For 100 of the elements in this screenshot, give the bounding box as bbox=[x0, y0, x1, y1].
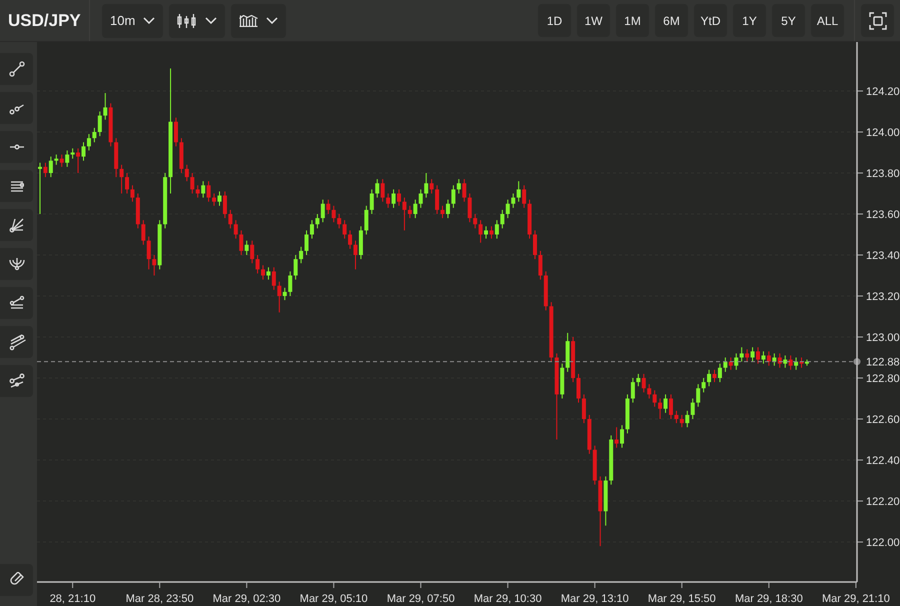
candlestick bbox=[718, 363, 722, 383]
candlestick bbox=[783, 354, 788, 368]
range-button[interactable]: 1D bbox=[538, 4, 571, 37]
drawing-tool-button[interactable] bbox=[0, 365, 33, 397]
candlestick bbox=[370, 188, 374, 215]
candlestick bbox=[538, 250, 542, 280]
drawing-tool-button[interactable] bbox=[0, 131, 33, 163]
candlestick bbox=[38, 162, 42, 215]
magnet-button[interactable] bbox=[0, 564, 33, 596]
fullscreen-icon bbox=[868, 12, 886, 30]
candlestick bbox=[82, 142, 86, 162]
candlestick bbox=[152, 254, 156, 276]
candlestick bbox=[70, 148, 75, 160]
y-axis-label: 124.20 bbox=[866, 86, 900, 98]
tick-mark bbox=[246, 582, 248, 588]
candlestick bbox=[282, 287, 287, 301]
candlestick bbox=[511, 193, 516, 208]
drawing-tool-button[interactable] bbox=[0, 209, 33, 241]
x-axis-label: Mar 29, 21:10 bbox=[822, 593, 890, 605]
candlestick bbox=[277, 281, 282, 313]
x-axis-label: Mar 29, 15:50 bbox=[648, 593, 716, 605]
candlestick bbox=[206, 180, 211, 202]
chevron-down-icon bbox=[266, 17, 278, 24]
y-axis-label: 122.60 bbox=[866, 414, 900, 426]
range-button[interactable]: YtD bbox=[694, 4, 727, 37]
candlestick bbox=[690, 398, 695, 420]
candlestick bbox=[76, 148, 80, 174]
drawing-tool-button[interactable] bbox=[0, 326, 33, 358]
range-button[interactable]: ALL bbox=[811, 4, 844, 37]
y-axis-label: 122.20 bbox=[866, 496, 900, 508]
candlestick bbox=[272, 266, 276, 290]
range-button[interactable]: 1M bbox=[616, 4, 649, 37]
candlestick bbox=[451, 184, 456, 208]
candlestick bbox=[337, 214, 342, 229]
range-button[interactable]: 1Y bbox=[733, 4, 766, 37]
x-axis-label: Mar 29, 07:50 bbox=[386, 593, 455, 605]
candlestick bbox=[396, 188, 401, 206]
tick-mark bbox=[856, 542, 864, 543]
indicators-dropdown[interactable] bbox=[231, 4, 286, 38]
candlestick bbox=[196, 184, 200, 198]
candlestick bbox=[576, 373, 580, 404]
fullscreen-button[interactable] bbox=[861, 4, 894, 37]
y-axis-label: 123.00 bbox=[866, 332, 900, 344]
y-axis-label: 122.80 bbox=[866, 373, 900, 386]
candlestick bbox=[636, 373, 640, 387]
x-axis-label: Mar 29, 05:10 bbox=[300, 593, 368, 605]
bar-chart-icon bbox=[239, 14, 258, 26]
candlestick bbox=[222, 190, 227, 219]
candlestick bbox=[500, 209, 504, 229]
candlestick bbox=[315, 214, 320, 229]
chart-type-dropdown[interactable] bbox=[169, 4, 226, 38]
candlestick bbox=[658, 398, 662, 420]
candlestick bbox=[392, 188, 396, 208]
candlestick bbox=[130, 184, 134, 202]
candlestick bbox=[522, 184, 526, 208]
candlestick bbox=[217, 190, 222, 206]
candlestick bbox=[494, 220, 499, 240]
y-axis-label: 124.00 bbox=[866, 127, 900, 139]
line-icon bbox=[6, 59, 26, 79]
range-button[interactable]: 6M bbox=[655, 4, 688, 37]
y-axis-label: 122.40 bbox=[866, 455, 900, 468]
tick-mark bbox=[507, 582, 508, 588]
candlestick bbox=[440, 205, 445, 219]
candlestick bbox=[212, 193, 216, 206]
candlestick bbox=[48, 156, 53, 178]
drawing-tool-button[interactable] bbox=[0, 248, 33, 280]
candlestick bbox=[304, 230, 309, 256]
candlestick bbox=[478, 220, 483, 244]
candlestick bbox=[234, 220, 238, 240]
tick-mark bbox=[681, 582, 682, 588]
candlestick bbox=[664, 394, 668, 414]
candlestick bbox=[256, 254, 260, 274]
drawing-tool-button[interactable] bbox=[0, 53, 33, 85]
current-price-label: 122.88 bbox=[866, 356, 900, 369]
candlestick bbox=[734, 352, 738, 370]
candlestick bbox=[239, 230, 244, 256]
candlestick bbox=[402, 197, 406, 231]
candlestick bbox=[86, 134, 91, 151]
candlestick bbox=[348, 230, 352, 250]
tick-mark bbox=[420, 582, 422, 588]
drawing-tool-button[interactable] bbox=[0, 170, 33, 202]
drawing-tool-button[interactable] bbox=[0, 287, 33, 319]
candlestick bbox=[299, 246, 304, 264]
symbol-title: USD/JPY bbox=[0, 0, 90, 41]
candlestick bbox=[516, 180, 521, 202]
interval-dropdown[interactable]: 10m bbox=[102, 4, 164, 38]
tick-mark bbox=[768, 582, 770, 588]
range-button[interactable]: 1W bbox=[577, 4, 610, 37]
candlestick bbox=[707, 369, 712, 387]
range-button[interactable]: 5Y bbox=[772, 4, 805, 37]
drawing-tool-button[interactable] bbox=[0, 92, 33, 124]
candlestick bbox=[418, 188, 423, 208]
tick-mark bbox=[333, 582, 334, 588]
candlestick bbox=[408, 205, 412, 219]
candlestick bbox=[462, 178, 466, 202]
tick-mark bbox=[856, 336, 864, 338]
tick-mark bbox=[856, 90, 864, 92]
candlestick bbox=[184, 164, 189, 182]
candlestick bbox=[489, 226, 494, 240]
candlestick bbox=[435, 184, 440, 215]
